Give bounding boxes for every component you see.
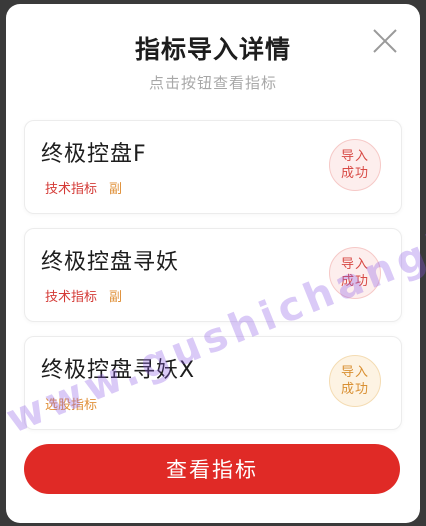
indicator-tags: 技术指标 副 [45,177,122,198]
indicator-name: 终极控盘寻妖X [41,358,196,383]
indicator-tags: 选股指标 [45,393,97,414]
tag-type: 技术指标 [45,182,98,197]
indicator-name: 终极控盘寻妖 [41,250,180,275]
dialog-title: 指标导入详情 [134,35,291,64]
status-line2: 成功 [340,274,369,289]
status-line2: 成功 [340,382,369,397]
status-line1: 导入 [340,257,369,272]
import-status-badge: 导入 成功 [329,139,381,191]
tag-sub: 副 [109,290,123,305]
dialog-subtitle: 点击按钮查看指标 [148,74,277,92]
status-line1: 导入 [340,149,369,164]
indicator-tags: 技术指标 副 [45,285,122,306]
import-details-dialog: 指标导入详情 点击按钮查看指标 终极控盘F 技术指标 副 导入 成功 终极控盘寻… [6,4,420,523]
indicator-card: 终极控盘寻妖 技术指标 副 导入 成功 [24,228,402,322]
indicator-card: 终极控盘F 技术指标 副 导入 成功 [24,120,402,214]
import-status-badge: 导入 成功 [329,355,381,407]
tag-type: 选股指标 [45,398,98,413]
indicator-name: 终极控盘F [41,142,147,167]
view-indicators-button[interactable]: 查看指标 [24,444,400,494]
status-line1: 导入 [340,365,369,380]
import-status-badge: 导入 成功 [329,247,381,299]
tag-sub: 副 [109,182,123,197]
indicator-card: 终极控盘寻妖X 选股指标 导入 成功 [24,336,402,430]
tag-type: 技术指标 [45,290,98,305]
close-icon[interactable] [370,26,400,56]
status-line2: 成功 [340,166,369,181]
